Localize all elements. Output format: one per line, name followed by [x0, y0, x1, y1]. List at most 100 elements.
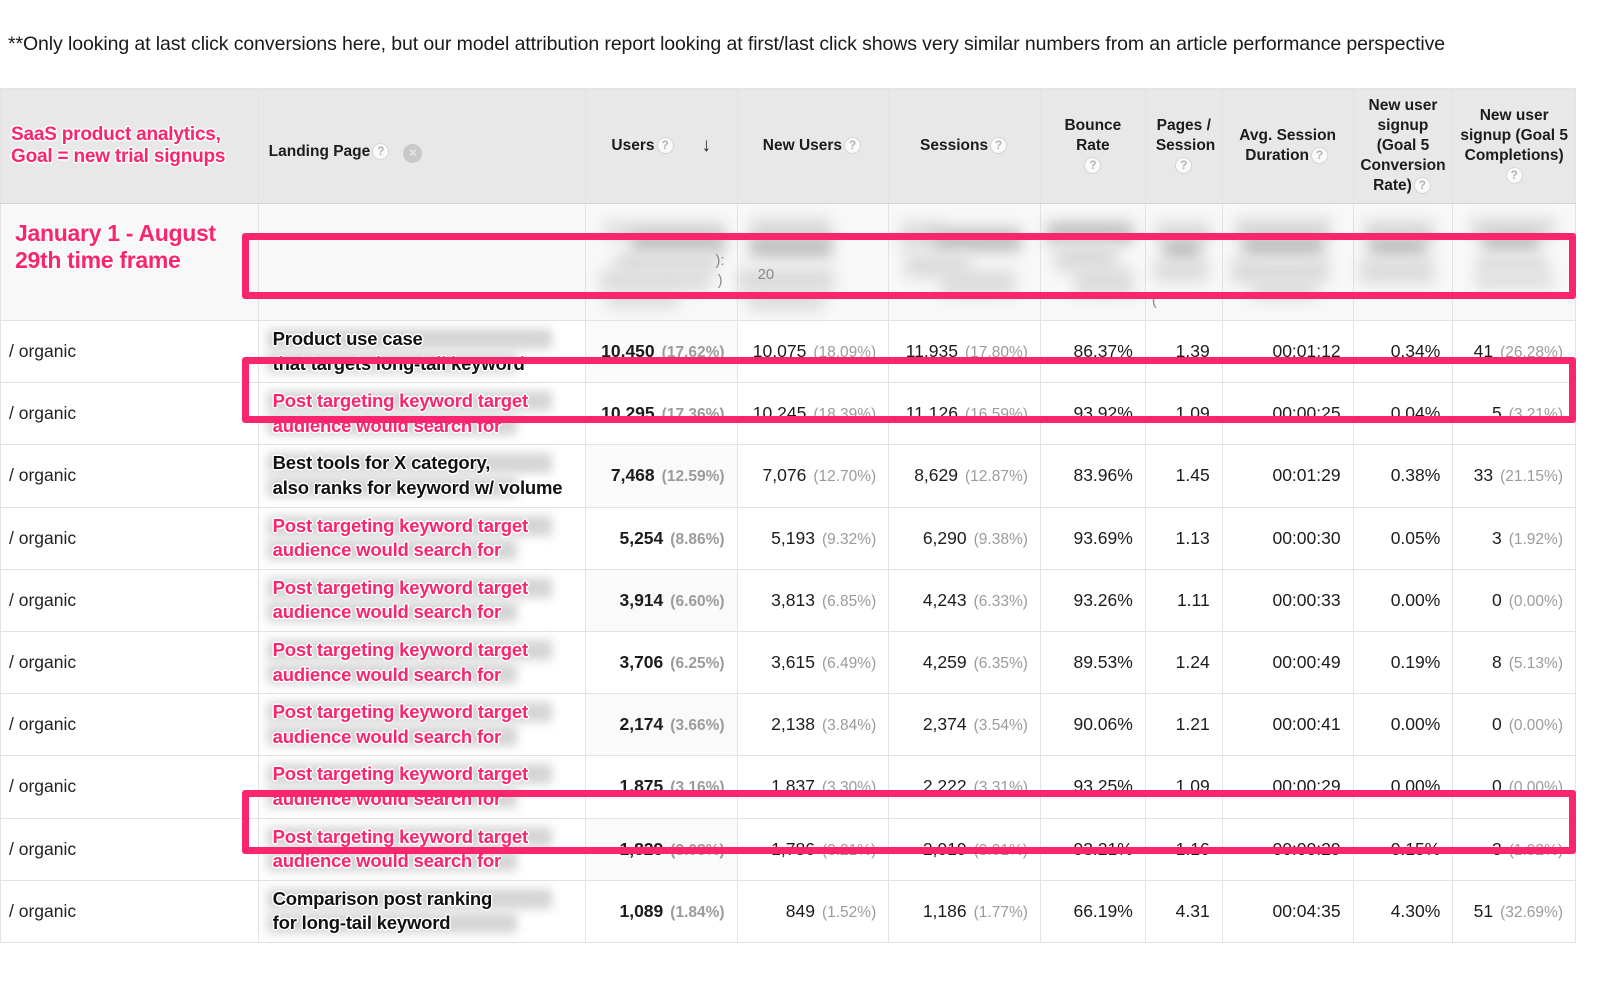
table-row[interactable]: / organic Comparison post ranking for long… [0, 879, 1576, 943]
table-row[interactable]: / organic Post targeting keyword target au… [0, 755, 1576, 819]
landing-page-line-2: audience would search for [272, 414, 502, 436]
column-header-users[interactable]: Users? ↓ [584, 88, 738, 204]
bounce-rate-value: 66.19% [1073, 900, 1133, 921]
new-users-value: 3,615 [771, 652, 815, 673]
column-header-bounce-rate[interactable]: Bounce Rate ? [1039, 88, 1146, 204]
sessions-value: 2,222 [922, 776, 967, 797]
landing-page-content: Post targeting keyword target audience wo… [259, 508, 585, 569]
goal5-conversion-rate-value: 0.19% [1390, 652, 1441, 673]
cell-landing-page[interactable]: Best tools for X category, also ranks for… [257, 444, 586, 508]
cell-users: 1,829 (3.08%) [584, 817, 738, 881]
help-icon[interactable]: ? [1311, 147, 1328, 164]
cell-landing-page[interactable]: Comparison post ranking for long-tail key… [257, 879, 586, 943]
cell-landing-page[interactable]: Post targeting keyword target audience wo… [257, 382, 586, 446]
cell-avg-session-duration: 00:00:25 [1221, 382, 1354, 446]
pages-per-session-value: 1.45 [1175, 465, 1210, 486]
pages-per-session-value: 1.16 [1175, 838, 1210, 859]
sessions-percent: (1.77%) [973, 903, 1028, 921]
column-header-new-users[interactable]: New Users? [736, 88, 890, 204]
table-row[interactable]: / organic Post targeting keyword target au… [0, 693, 1576, 757]
column-header-avg-session-duration[interactable]: Avg. Session Duration? [1221, 88, 1354, 204]
summary-avg-duration-cell [1221, 203, 1354, 321]
users-percent: (17.62%) [661, 344, 725, 362]
landing-page-line-1: Post targeting keyword target [272, 825, 529, 847]
cell-landing-page[interactable]: Post targeting keyword target audience wo… [257, 693, 586, 757]
bounce-rate-value: 90.06% [1073, 714, 1133, 735]
landing-page-content: Post targeting keyword target audience wo… [259, 819, 585, 880]
table-row[interactable]: / organic Best tools for X category, also … [0, 444, 1576, 508]
avg-session-duration-value: 00:00:25 [1272, 403, 1341, 424]
sessions-percent: (6.35%) [973, 655, 1028, 673]
goal-rate-line3: (Goal 5 [1376, 137, 1430, 155]
help-icon[interactable]: ? [1084, 156, 1102, 174]
goal5-completions-percent: (1.92%) [1508, 841, 1563, 859]
cell-bounce-rate: 66.19% [1039, 879, 1146, 943]
column-header-sessions[interactable]: Sessions? [888, 88, 1041, 204]
sessions-value: 2,374 [922, 714, 967, 735]
new-users-value: 1,786 [771, 838, 815, 859]
cell-users: 3,914 (6.60%) [584, 568, 738, 632]
cell-goal5-completions: 5 (3.21%) [1452, 382, 1576, 446]
sessions-percent: (3.31%) [973, 779, 1028, 797]
new-users-percent: (1.52%) [821, 903, 877, 921]
new-users-value: 10,075 [752, 341, 807, 362]
cell-bounce-rate: 86.37% [1039, 319, 1146, 384]
cell-users: 1,089 (1.84%) [584, 879, 738, 943]
table-row[interactable]: / organic Post targeting keyword target au… [0, 382, 1576, 446]
cell-goal5-conversion-rate: 0.00% [1352, 568, 1454, 632]
cell-sessions: 4,259 (6.35%) [888, 630, 1041, 695]
column-header-goal5-conversion-rate[interactable]: New user signup (Goal 5 Conversion Rate)… [1352, 88, 1454, 204]
summary-new-users-fragment: 20 [757, 266, 775, 283]
summary-pages-session-cell: ( [1144, 203, 1223, 321]
goal5-completions-percent: (5.13%) [1508, 655, 1563, 673]
cell-new-users: 10,245 (18.39%) [736, 382, 890, 446]
help-icon[interactable]: ? [656, 136, 674, 154]
avg-session-duration-value: 00:00:33 [1272, 589, 1341, 610]
cell-landing-page[interactable]: Product use case that targets long-tail k… [257, 319, 586, 384]
cell-landing-page[interactable]: Post targeting keyword target audience wo… [257, 817, 586, 881]
table-row[interactable]: / organic Post targeting keyword target au… [0, 630, 1576, 695]
users-percent: (3.08%) [670, 841, 725, 859]
landing-page-content: Best tools for X category, also ranks for… [259, 445, 585, 506]
goal5-conversion-rate-value: 0.00% [1390, 776, 1441, 797]
analytics-table-container: SaaS product analytics, Goal = new trial… [0, 88, 1576, 943]
help-icon[interactable]: ? [1505, 166, 1523, 184]
cell-avg-session-duration: 00:00:29 [1221, 755, 1354, 819]
cell-landing-page[interactable]: Post targeting keyword target audience wo… [257, 630, 586, 695]
help-icon[interactable]: ? [1175, 156, 1193, 174]
cell-new-users: 7,076 (12.70%) [736, 444, 890, 508]
summary-sessions-cell [888, 203, 1041, 321]
table-row[interactable]: / organic Post targeting keyword target au… [0, 568, 1576, 632]
users-value: 10,295 [601, 403, 655, 424]
column-header-goal5-completions[interactable]: New user signup (Goal 5 Completions) ? [1452, 88, 1576, 204]
help-icon[interactable]: ? [1413, 176, 1431, 194]
cell-pages-per-session: 1.24 [1144, 630, 1223, 695]
cell-bounce-rate: 93.69% [1039, 506, 1146, 570]
cell-goal5-conversion-rate: 0.19% [1352, 630, 1454, 695]
summary-landing-page-cell [257, 203, 586, 321]
help-icon[interactable]: ? [372, 142, 390, 160]
landing-page-content: Post targeting keyword target audience wo… [259, 383, 585, 444]
goal5-completions-value: 0 [1491, 776, 1502, 797]
table-row[interactable]: / organic Product use case that targets lo… [0, 319, 1576, 384]
help-icon[interactable]: ? [990, 137, 1008, 155]
table-row[interactable]: / organic Post targeting keyword target au… [0, 506, 1576, 570]
cell-landing-page[interactable]: Post targeting keyword target audience wo… [257, 755, 586, 819]
column-header-pages-per-session[interactable]: Pages / Session ? [1144, 88, 1223, 204]
cell-landing-page[interactable]: Post targeting keyword target audience wo… [257, 506, 586, 570]
close-icon[interactable]: × [403, 143, 423, 163]
cell-goal5-completions: 33 (21.15%) [1452, 444, 1576, 508]
sort-descending-icon[interactable]: ↓ [702, 134, 712, 158]
help-icon[interactable]: ? [844, 137, 862, 155]
cell-new-users: 3,813 (6.85%) [736, 568, 890, 632]
cell-sessions: 11,126 (16.59%) [888, 382, 1041, 446]
users-percent: (1.84%) [670, 903, 725, 921]
table-row[interactable]: / organic Post targeting keyword target au… [0, 817, 1576, 881]
sessions-percent: (3.01%) [973, 841, 1028, 859]
cell-new-users: 10,075 (18.09%) [736, 319, 890, 384]
summary-new-users-cell: 20 [736, 203, 890, 321]
cell-sessions: 4,243 (6.33%) [888, 568, 1041, 632]
cell-pages-per-session: 1.09 [1144, 382, 1223, 446]
cell-landing-page[interactable]: Post targeting keyword target audience wo… [257, 568, 586, 632]
column-header-landing-page[interactable]: Landing Page? × [257, 88, 586, 204]
